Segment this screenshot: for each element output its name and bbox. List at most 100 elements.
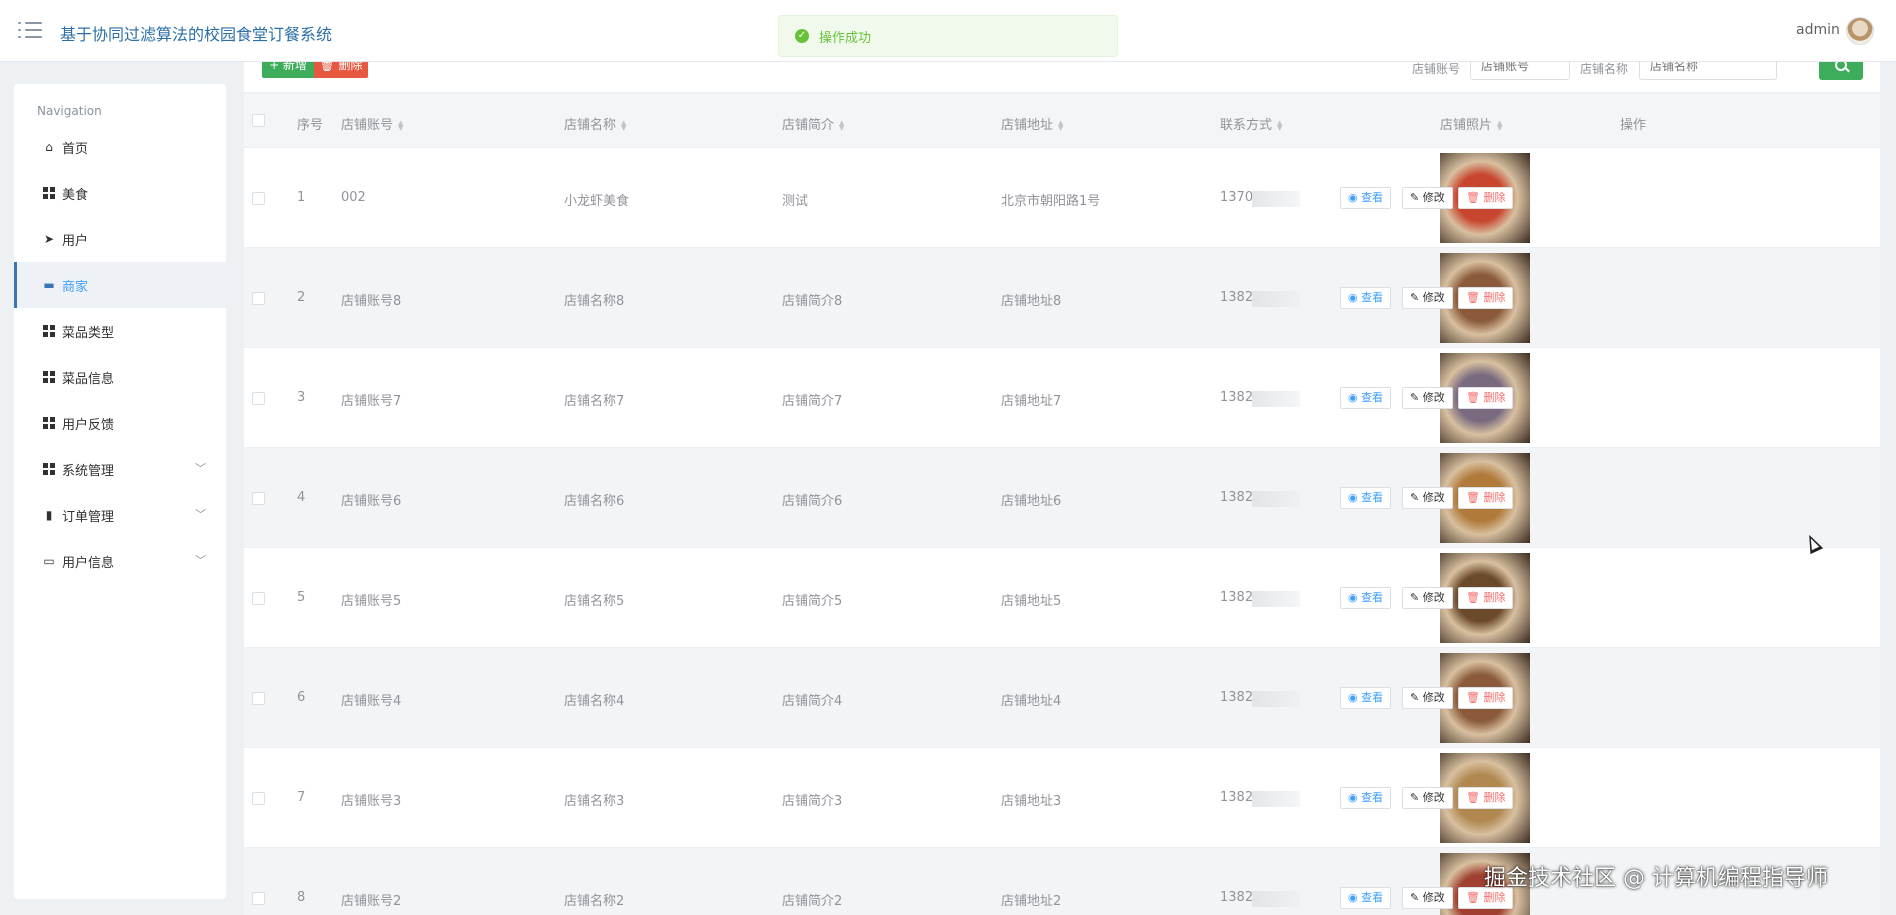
edit-button[interactable]: ✎ 修改 [1402, 887, 1453, 909]
row-checkbox[interactable] [252, 392, 265, 405]
add-button[interactable]: + 新增 [262, 62, 314, 78]
row-checkbox[interactable] [252, 592, 265, 605]
row-checkbox[interactable] [252, 892, 265, 905]
edit-button[interactable]: ✎ 修改 [1402, 387, 1453, 409]
sidebar-item-dish-info[interactable]: 菜品信息 [14, 354, 226, 400]
sidebar-item-label: 菜品类型 [62, 325, 115, 341]
sort-icon[interactable]: ▲ ▼ [398, 119, 403, 131]
table-row: 5 店铺账号5 店铺名称5 店铺简介5 店铺地址5 1382 ◉ 查看 ✎ 修改 🗑 删除 [244, 548, 1880, 648]
select-all-checkbox[interactable] [252, 114, 265, 127]
delete-button[interactable]: 🗑 删除 [1458, 187, 1514, 209]
sidebar-item-label: 菜品信息 [62, 371, 115, 387]
cell-intro: 店铺简介8 [782, 294, 843, 309]
grid-icon [42, 324, 56, 338]
phone-redaction [1252, 691, 1300, 707]
eye-icon: ◉ [1348, 691, 1362, 704]
trash-icon: 🗑 [1466, 191, 1484, 204]
delete-button[interactable]: 🗑 删除 [1458, 687, 1514, 709]
search-account-input[interactable] [1470, 62, 1570, 80]
edit-button[interactable]: ✎ 修改 [1402, 587, 1453, 609]
column-header-actions: 操作 [1620, 118, 1647, 133]
sidebar-item-merchants[interactable]: ▬ 商家 [14, 262, 226, 308]
view-button[interactable]: ◉ 查看 [1340, 687, 1392, 709]
sidebar-item-home[interactable]: ⌂ 首页 [14, 124, 226, 170]
action-label: 删除 [1483, 491, 1506, 504]
column-header-phone[interactable]: 联系方式 ▲ ▼ [1220, 114, 1282, 133]
cell-intro: 店铺简介4 [782, 694, 843, 709]
view-button[interactable]: ◉ 查看 [1340, 287, 1392, 309]
edit-button[interactable]: ✎ 修改 [1402, 187, 1453, 209]
avatar[interactable] [1846, 17, 1874, 45]
sort-icon[interactable]: ▲ ▼ [1497, 119, 1502, 131]
action-label: 删除 [1483, 891, 1506, 904]
app-title: 基于协同过滤算法的校园食堂订餐系统 [60, 25, 333, 44]
trash-icon: 🗑 [1466, 491, 1484, 504]
sidebar-item-users[interactable]: ➤ 用户 [14, 216, 226, 262]
edit-button[interactable]: ✎ 修改 [1402, 787, 1453, 809]
view-button[interactable]: ◉ 查看 [1340, 487, 1392, 509]
cell-intro: 店铺简介5 [782, 594, 843, 609]
view-button[interactable]: ◉ 查看 [1340, 187, 1392, 209]
sidebar-item-label: 用户反馈 [62, 417, 115, 433]
column-header-account[interactable]: 店铺账号 ▲ ▼ [341, 114, 403, 133]
search-button[interactable] [1819, 62, 1863, 80]
action-label: 查看 [1361, 891, 1384, 904]
delete-button[interactable]: 🗑 删除 [1458, 587, 1514, 609]
sidebar-item-orders[interactable]: ▮ 订单管理 ﹀ [14, 492, 226, 538]
sidebar-item-user-info[interactable]: ▭ 用户信息 ﹀ [14, 538, 226, 584]
view-button[interactable]: ◉ 查看 [1340, 787, 1392, 809]
cell-address: 店铺地址3 [1001, 794, 1062, 809]
row-checkbox[interactable] [252, 792, 265, 805]
action-label: 查看 [1361, 391, 1384, 404]
view-button[interactable]: ◉ 查看 [1340, 587, 1392, 609]
delete-button[interactable]: 🗑 删除 [1458, 387, 1514, 409]
sort-icon[interactable]: ▲ ▼ [1058, 119, 1063, 131]
sidebar-item-feedback[interactable]: 用户反馈 [14, 400, 226, 446]
action-label: 修改 [1422, 791, 1445, 804]
sort-icon[interactable]: ▲ ▼ [839, 119, 844, 131]
view-button[interactable]: ◉ 查看 [1340, 887, 1392, 909]
grid-icon [42, 462, 56, 476]
column-header-intro[interactable]: 店铺简介 ▲ ▼ [782, 114, 844, 133]
sidebar-item-system[interactable]: 系统管理 ﹀ [14, 446, 226, 492]
menu-toggle-icon[interactable] [18, 20, 42, 40]
user-name[interactable]: admin [1796, 22, 1840, 38]
batch-delete-button[interactable]: 🗑 删除 [314, 62, 368, 78]
cell-name: 店铺名称3 [564, 794, 625, 809]
row-checkbox[interactable] [252, 292, 265, 305]
cell-account: 店铺账号8 [341, 294, 402, 309]
cell-index: 1 [297, 190, 306, 205]
edit-button[interactable]: ✎ 修改 [1402, 287, 1453, 309]
delete-button[interactable]: 🗑 删除 [1458, 787, 1514, 809]
column-header-name[interactable]: 店铺名称 ▲ ▼ [564, 114, 626, 133]
cell-account: 店铺账号4 [341, 694, 402, 709]
trash-icon: 🗑 [1466, 691, 1484, 704]
phone-redaction [1252, 791, 1300, 807]
sort-icon[interactable]: ▲ ▼ [1277, 119, 1282, 131]
row-checkbox[interactable] [252, 692, 265, 705]
cell-name: 店铺名称7 [564, 394, 625, 409]
search-name-input[interactable] [1639, 62, 1777, 80]
edit-button[interactable]: ✎ 修改 [1402, 487, 1453, 509]
eye-icon: ◉ [1348, 591, 1362, 604]
toast-message: 操作成功 [819, 30, 872, 46]
send-icon: ➤ [43, 232, 55, 246]
column-header-address[interactable]: 店铺地址 ▲ ▼ [1001, 114, 1063, 133]
trash-icon: 🗑 [1466, 391, 1484, 404]
sort-icon[interactable]: ▲ ▼ [621, 119, 626, 131]
row-checkbox[interactable] [252, 492, 265, 505]
cell-phone: 1382 [1220, 290, 1254, 305]
column-header-photo[interactable]: 店铺照片 ▲ ▼ [1440, 114, 1502, 133]
view-button[interactable]: ◉ 查看 [1340, 387, 1392, 409]
sidebar-item-food[interactable]: 美食 [14, 170, 226, 216]
search-account-label: 店铺账号 [1412, 62, 1461, 76]
sidebar-item-label: 商家 [62, 279, 89, 295]
cell-intro: 店铺简介7 [782, 394, 843, 409]
column-header-index: 序号 [297, 118, 324, 133]
row-checkbox[interactable] [252, 192, 265, 205]
delete-button[interactable]: 🗑 删除 [1458, 487, 1514, 509]
sidebar-item-dish-types[interactable]: 菜品类型 [14, 308, 226, 354]
edit-button[interactable]: ✎ 修改 [1402, 687, 1453, 709]
delete-button[interactable]: 🗑 删除 [1458, 287, 1514, 309]
top-header: 基于协同过滤算法的校园食堂订餐系统 ✓ 操作成功 admin [0, 0, 1896, 62]
